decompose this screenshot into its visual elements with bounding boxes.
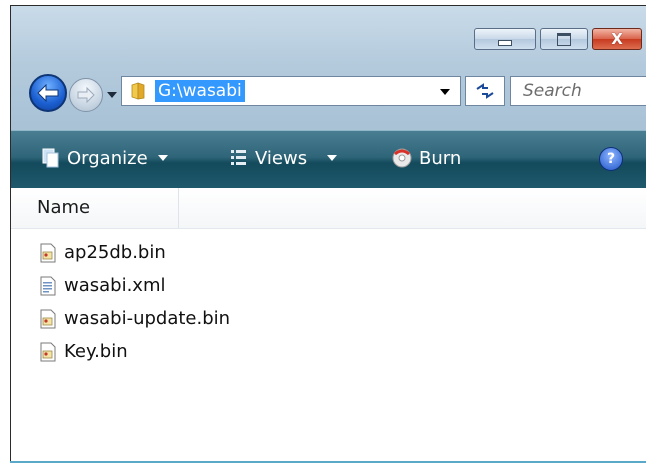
bin-file-icon	[40, 243, 56, 262]
help-icon: ?	[606, 151, 616, 167]
bin-file-icon	[40, 309, 56, 328]
back-arrow-icon	[37, 84, 59, 102]
maximize-icon	[557, 32, 571, 46]
folder-icon	[131, 82, 145, 100]
minimize-button[interactable]	[474, 28, 536, 50]
file-name: ap25db.bin	[64, 242, 166, 263]
close-icon: X	[611, 29, 623, 48]
file-list: ap25db.bin wasabi.xml wasabi-update.bin …	[39, 236, 230, 368]
burn-disc-icon	[392, 148, 412, 168]
file-list-pane: Name ap25db.bin wasabi.xml wasabi-update…	[11, 188, 646, 462]
burn-label: Burn	[419, 147, 462, 169]
xml-file-icon	[40, 276, 56, 295]
organize-chevron-down-icon	[157, 155, 168, 161]
command-toolbar: Organize Views Burn ?	[11, 130, 646, 190]
bin-file-icon	[40, 342, 56, 361]
organize-icon	[42, 148, 59, 168]
list-item[interactable]: wasabi-update.bin	[39, 302, 230, 335]
address-dropdown-icon[interactable]	[440, 89, 450, 95]
minimize-icon	[498, 40, 512, 46]
help-button[interactable]: ?	[599, 147, 623, 171]
list-item[interactable]: Key.bin	[39, 335, 230, 368]
search-input[interactable]: Search	[510, 76, 646, 106]
close-button[interactable]: X	[592, 28, 642, 50]
maximize-button[interactable]	[540, 28, 588, 50]
explorer-window: X G:\wasabi Search Organize Views Burn ?…	[10, 5, 646, 463]
views-button[interactable]: Views	[229, 145, 338, 171]
column-header-row: Name	[11, 188, 646, 229]
navigation-bar: G:\wasabi Search	[29, 70, 646, 114]
forward-arrow-icon	[77, 87, 95, 103]
burn-button[interactable]: Burn	[391, 145, 461, 171]
refresh-button[interactable]	[465, 76, 505, 106]
refresh-icon	[476, 83, 494, 99]
organize-label: Organize	[67, 147, 148, 169]
recent-pages-dropdown-icon[interactable]	[107, 92, 117, 98]
forward-button[interactable]	[69, 78, 103, 112]
column-header-name[interactable]: Name	[11, 188, 179, 228]
views-chevron-down-icon	[327, 155, 338, 161]
file-name: wasabi-update.bin	[64, 308, 231, 329]
organize-button[interactable]: Organize	[41, 145, 168, 171]
file-name: Key.bin	[64, 341, 128, 362]
back-button[interactable]	[29, 74, 67, 112]
file-name: wasabi.xml	[64, 275, 166, 296]
address-text[interactable]: G:\wasabi	[155, 80, 245, 102]
list-item[interactable]: ap25db.bin	[39, 236, 230, 269]
address-bar[interactable]: G:\wasabi	[121, 76, 461, 106]
views-label: Views	[255, 147, 308, 169]
list-item[interactable]: wasabi.xml	[39, 269, 230, 302]
views-icon	[231, 150, 246, 165]
caption-buttons: X	[474, 28, 642, 50]
